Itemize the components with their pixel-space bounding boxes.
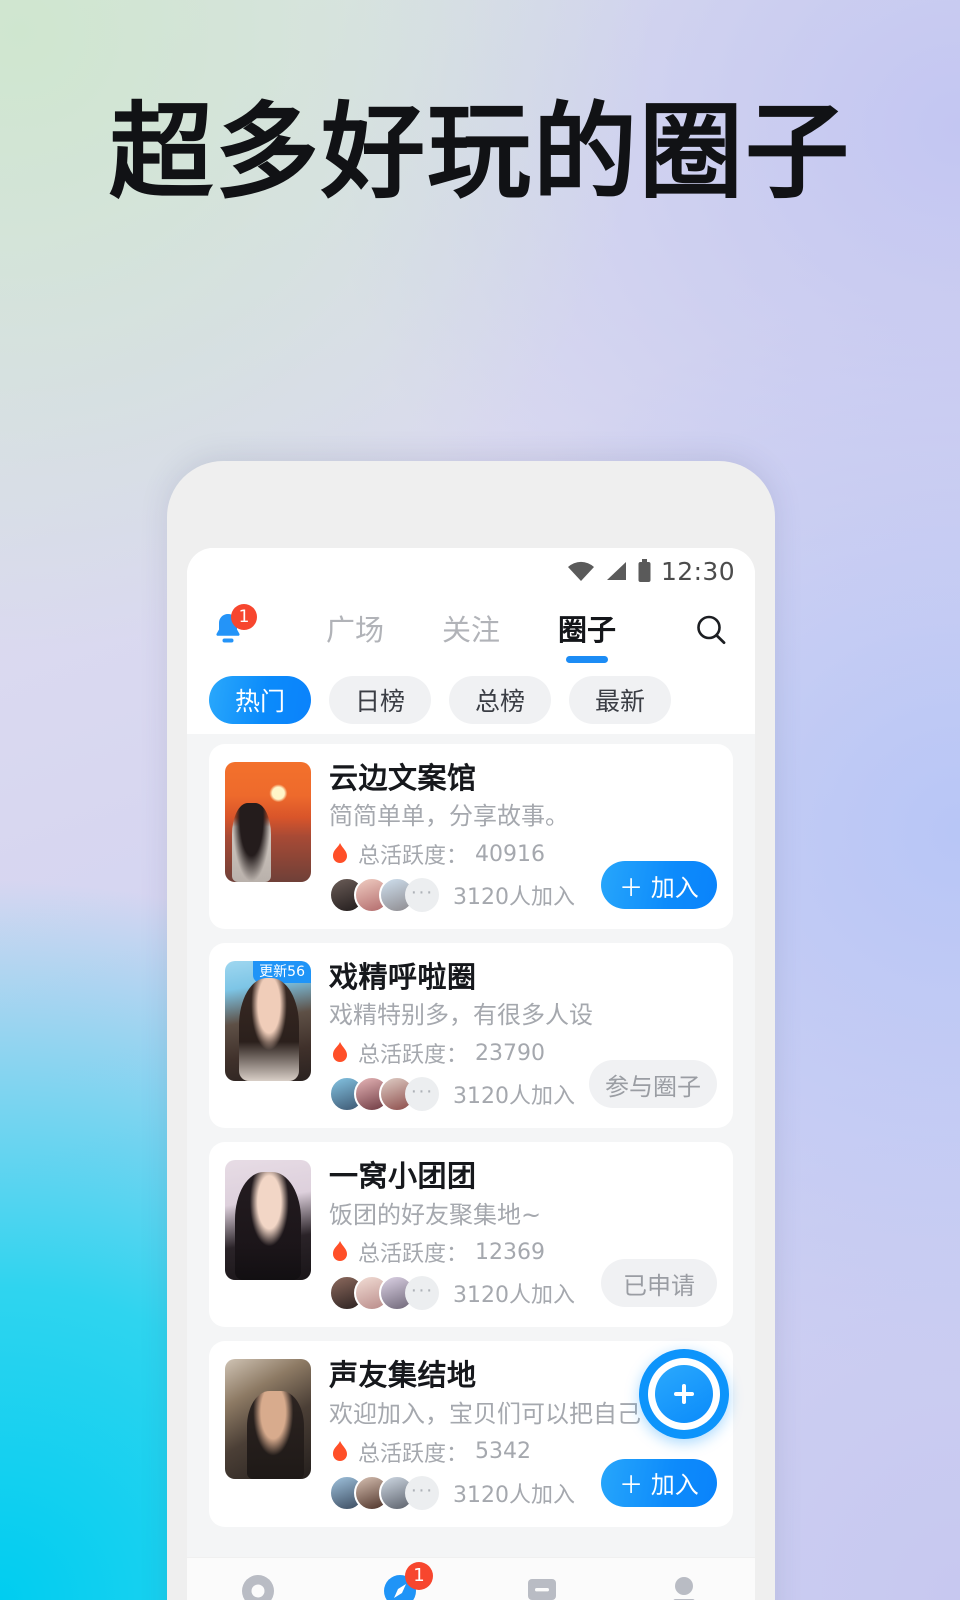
flame-icon [333,1241,347,1262]
circle-description: 戏精特别多，有很多人设 [329,1001,593,1030]
list-item[interactable]: 云边文案馆 简简单单，分享故事。 总活跃度： 40916 ··· 3120人加入… [209,744,733,930]
home-ring-icon [242,1575,274,1600]
join-button[interactable]: ＋ 加入 [601,861,717,910]
search-icon [697,615,726,645]
nav-item-messages[interactable]: 消息 [471,1570,613,1600]
activity-label: 总活跃度： [358,1441,469,1467]
profile-icon-wrap [663,1570,705,1600]
flame-icon [333,843,347,864]
avatar-stack: ··· [329,1474,439,1511]
phone-mockup: 12:30 1 广场 关注 圈子 热门 日榜 总榜 最新 云边文案馆 简简单单，… [167,461,775,1600]
chip-daily[interactable]: 日榜 [329,676,432,724]
tab-square[interactable]: 广场 [326,607,384,653]
circle-thumbnail [225,1359,311,1480]
circle-thumbnail [225,762,311,882]
list-item[interactable]: 更新56 戏精呼啦圈 戏精特别多，有很多人设 总活跃度： 23790 ··· 3… [209,943,733,1129]
member-count: 3120人加入 [453,1084,575,1110]
member-count: 3120人加入 [453,1283,575,1309]
circle-description: 饭团的好友聚集地~ [329,1200,542,1229]
activity-value: 40916 [475,841,546,867]
nav-item-feed[interactable]: 1 动态 [329,1562,471,1600]
page-headline: 超多好玩的圈子 [108,91,851,213]
nav-item-profile[interactable]: 我 [613,1570,755,1600]
status-time: 12:30 [660,556,735,586]
compass-icon-wrap: 1 [379,1562,433,1600]
circle-description: 简简单单，分享故事。 [329,802,569,831]
activity-value: 12369 [475,1239,546,1265]
avatar-stack: ··· [329,1076,439,1113]
activity-label: 总活跃度： [358,844,469,870]
profile-icon [673,1577,695,1600]
message-icon-wrap [521,1570,563,1600]
tab-list: 广场 关注 圈子 [253,607,689,653]
avatar-more-icon: ··· [405,1077,439,1112]
circle-thumbnail: 更新56 [225,961,311,1082]
chip-newest[interactable]: 最新 [569,676,672,724]
list-item[interactable]: 一窝小团团 饭团的好友聚集地~ 总活跃度： 12369 ··· 3120人加入 … [209,1142,733,1328]
avatar-more-icon: ··· [405,1276,439,1311]
member-count: 3120人加入 [453,885,575,911]
participate-button[interactable]: 参与圈子 [589,1060,717,1109]
home-ring-icon-wrap [237,1570,279,1600]
activity-value: 23790 [475,1040,546,1066]
plus-icon [674,1384,694,1404]
circle-title: 云边文案馆 [329,761,477,795]
avatar-more-icon: ··· [405,878,439,913]
activity-label: 总活跃度： [358,1043,469,1069]
chip-hot[interactable]: 热门 [209,676,312,724]
circle-title: 一窝小团团 [329,1159,477,1194]
avatar-more-icon: ··· [405,1475,439,1510]
wifi-icon [567,561,594,581]
flame-icon [333,1042,347,1063]
circle-thumbnail [225,1160,311,1281]
notifications-button[interactable]: 1 [207,604,257,653]
circle-title: 戏精呼啦圈 [329,960,477,995]
search-button[interactable] [689,608,733,652]
tab-follow[interactable]: 关注 [442,607,500,653]
avatar-stack: ··· [329,1275,439,1312]
activity-value: 5342 [475,1439,532,1465]
battery-icon [638,559,651,582]
fab-ring [648,1358,720,1430]
activity-label: 总活跃度： [358,1242,469,1268]
update-badge: 更新56 [253,961,311,984]
filter-chip-row: 热门 日榜 总榜 最新 [187,666,755,734]
nav-item-home[interactable]: 首页 [187,1570,329,1600]
bell-badge: 1 [231,604,257,630]
circle-list[interactable]: 云边文案馆 简简单单，分享故事。 总活跃度： 40916 ··· 3120人加入… [187,734,755,1557]
applied-button[interactable]: 已申请 [601,1259,717,1308]
join-button[interactable]: ＋ 加入 [601,1458,717,1507]
chip-total[interactable]: 总榜 [449,676,552,724]
create-circle-fab[interactable] [639,1349,729,1439]
flame-icon [333,1440,347,1461]
message-icon [528,1579,556,1600]
status-bar: 12:30 [187,548,755,594]
signal-icon [606,562,626,580]
phone-screen: 12:30 1 广场 关注 圈子 热门 日榜 总榜 最新 云边文案馆 简简单单，… [187,548,755,1600]
nav-badge-feed: 1 [405,1562,433,1590]
top-tab-bar: 1 广场 关注 圈子 [187,594,755,666]
tab-circles[interactable]: 圈子 [558,607,616,653]
fab-core [655,1365,713,1423]
member-count: 3120人加入 [453,1482,575,1508]
avatar-stack: ··· [329,877,439,914]
bottom-navigation: 首页 1 动态 [187,1557,755,1600]
